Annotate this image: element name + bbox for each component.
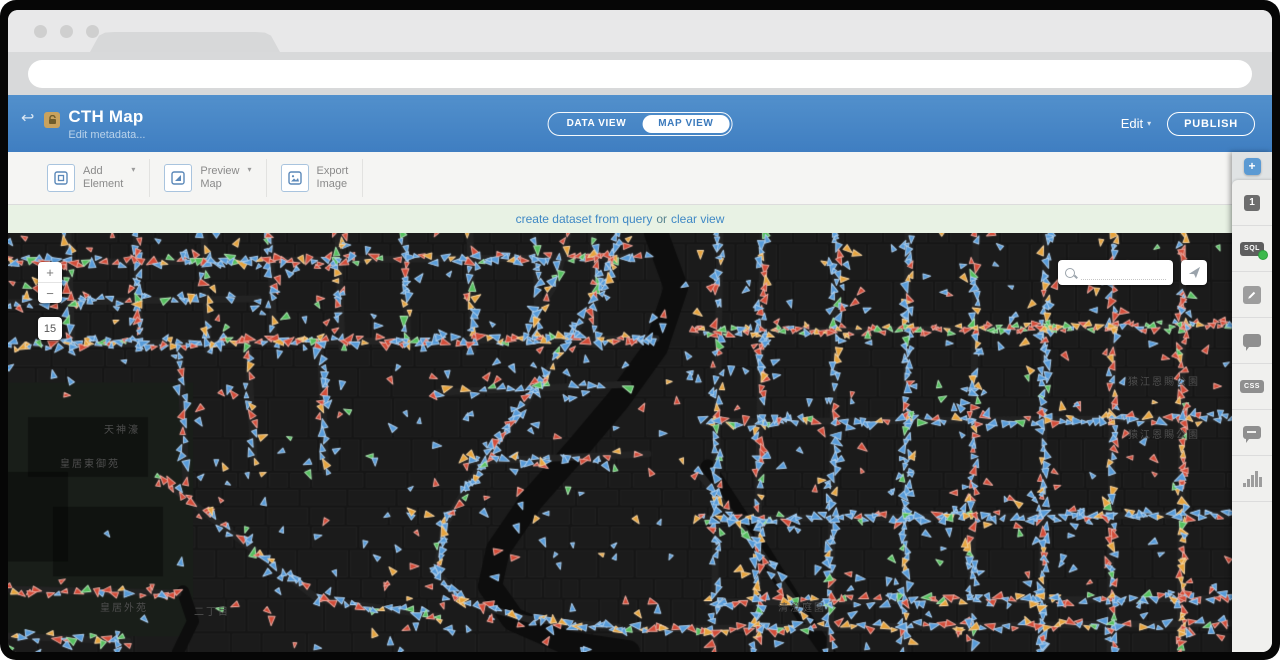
title-block: CTH Map Edit metadata... xyxy=(68,107,145,141)
sidebar-panel: 1 SQL xyxy=(1232,180,1272,652)
zoom-level-badge: 15 xyxy=(38,317,62,340)
tab-data-view[interactable]: DATA VIEW xyxy=(551,115,643,133)
map-view[interactable]: 天神濠皇居東御苑皇居外苑二丁目猿江恩賜公園猿江恩賜公園清澄庭園 + − 15 xyxy=(8,233,1232,652)
zoom-control: + − xyxy=(38,262,62,303)
sidebar-item-sql[interactable]: SQL xyxy=(1232,226,1272,272)
search-icon xyxy=(1065,268,1075,278)
header-left: ↩ CTH Map Edit metadata... xyxy=(8,107,145,141)
traffic-light-dots xyxy=(34,25,99,38)
sidebar-item-legend[interactable] xyxy=(1232,410,1272,456)
legend-bubble-icon xyxy=(1243,426,1261,439)
speech-bubble-icon xyxy=(1243,334,1261,347)
view-toggle: DATA VIEW MAP VIEW xyxy=(548,112,733,136)
browser-window: ↩ CTH Map Edit metadata... DATA VIEW MAP… xyxy=(8,10,1272,652)
header-right: Edit ▾ PUBLISH xyxy=(1121,95,1255,152)
export-image-label: Export Image xyxy=(317,165,349,191)
export-image-button[interactable]: Export Image xyxy=(267,159,364,197)
publish-button[interactable]: PUBLISH xyxy=(1167,112,1255,136)
app-header: ↩ CTH Map Edit metadata... DATA VIEW MAP… xyxy=(8,95,1272,152)
create-dataset-link[interactable]: create dataset from query xyxy=(516,212,653,226)
sidebar-item-filters[interactable] xyxy=(1232,456,1272,502)
search-input[interactable] xyxy=(1081,265,1166,280)
preview-map-icon xyxy=(164,164,192,192)
notice-bar: create dataset from query or clear view xyxy=(8,205,1232,233)
edit-menu[interactable]: Edit ▾ xyxy=(1121,116,1151,131)
sql-icon: SQL xyxy=(1240,242,1264,256)
css-icon: CSS xyxy=(1240,380,1264,393)
add-element-icon xyxy=(47,164,75,192)
content-column: Add Element ▾ Preview xyxy=(8,152,1232,652)
sidebar: + 1 SQL xyxy=(1232,152,1272,652)
histogram-icon xyxy=(1243,471,1262,487)
add-element-button[interactable]: Add Element ▾ xyxy=(32,159,150,197)
preview-map-label: Preview Map xyxy=(200,165,239,191)
back-icon[interactable]: ↩ xyxy=(21,111,34,127)
notice-conjunction: or xyxy=(656,212,667,226)
sidebar-top: + xyxy=(1232,152,1272,180)
sidebar-item-wizard[interactable] xyxy=(1232,272,1272,318)
map-title[interactable]: CTH Map xyxy=(68,107,145,127)
toolbar: Add Element ▾ Preview xyxy=(8,152,1232,205)
locate-button[interactable] xyxy=(1181,260,1207,285)
pencil-icon xyxy=(1243,286,1261,304)
edit-menu-label: Edit xyxy=(1121,116,1143,131)
zoom-out-button[interactable]: − xyxy=(38,282,62,303)
window-dot-icon xyxy=(86,25,99,38)
chevron-down-icon: ▾ xyxy=(131,165,135,174)
browser-tab[interactable] xyxy=(90,32,280,52)
map-search xyxy=(1058,260,1173,285)
sidebar-item-css[interactable]: CSS xyxy=(1232,364,1272,410)
zoom-in-button[interactable]: + xyxy=(38,262,62,282)
browser-topbar xyxy=(8,10,1272,52)
chevron-down-icon: ▾ xyxy=(1147,119,1151,128)
layer-count-badge: 1 xyxy=(1244,195,1260,211)
preview-map-button[interactable]: Preview Map ▾ xyxy=(150,159,266,197)
window-dot-icon xyxy=(34,25,47,38)
sidebar-item-infowindow[interactable] xyxy=(1232,318,1272,364)
status-dot-icon xyxy=(1258,250,1268,260)
sidebar-item-layer[interactable]: 1 xyxy=(1232,180,1272,226)
add-element-label: Add Element xyxy=(83,165,123,191)
edit-metadata-link[interactable]: Edit metadata... xyxy=(68,129,145,141)
clear-view-link[interactable]: clear view xyxy=(671,212,724,226)
privacy-lock-icon[interactable] xyxy=(44,112,60,128)
url-bar[interactable] xyxy=(28,60,1252,88)
export-image-icon xyxy=(281,164,309,192)
chevron-down-icon: ▾ xyxy=(248,165,252,174)
browser-frame: ↩ CTH Map Edit metadata... DATA VIEW MAP… xyxy=(0,0,1280,660)
send-icon xyxy=(1188,266,1201,279)
window-dot-icon xyxy=(60,25,73,38)
url-strip xyxy=(8,52,1272,95)
tab-map-view[interactable]: MAP VIEW xyxy=(642,115,729,133)
add-layer-button[interactable]: + xyxy=(1244,158,1261,175)
map-canvas[interactable] xyxy=(8,233,1232,652)
main-row: Add Element ▾ Preview xyxy=(8,152,1272,652)
